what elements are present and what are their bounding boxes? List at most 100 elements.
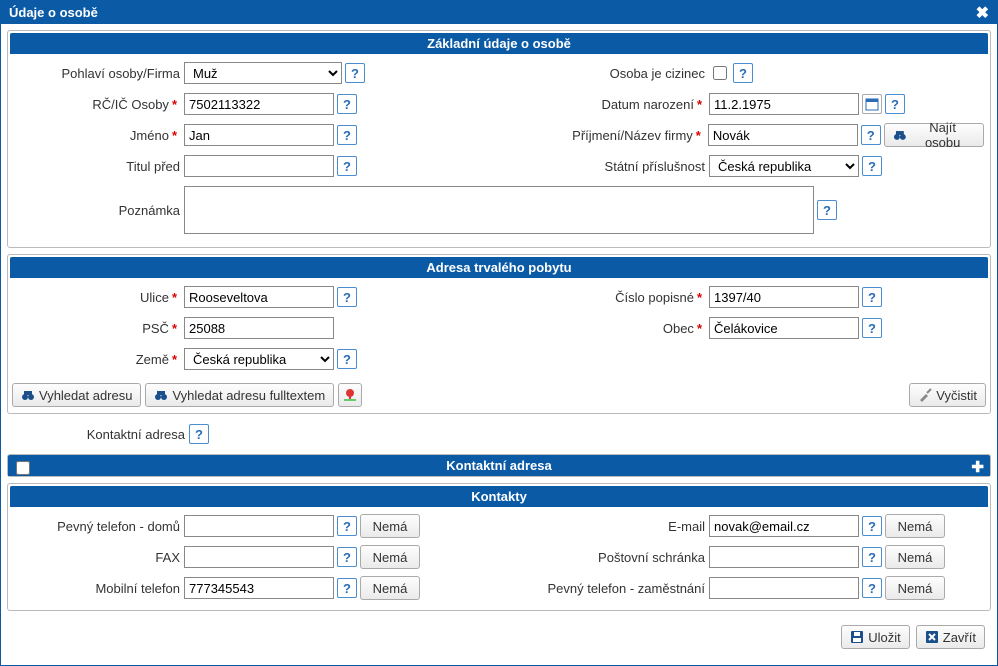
help-icon[interactable]: ? [337, 125, 357, 145]
required-icon: * [694, 290, 705, 305]
binoculars-icon [21, 388, 35, 402]
nema-button[interactable]: Nemá [885, 514, 945, 538]
email-label: E-mail [509, 519, 709, 534]
email-input[interactable] [709, 515, 859, 537]
lastname-label: Příjmení/Název firmy [572, 128, 693, 143]
expand-icon[interactable]: ✚ [971, 458, 984, 476]
firstname-label: Jméno [130, 128, 169, 143]
nema-button[interactable]: Nemá [885, 576, 945, 600]
section-contacts-head: Kontakty [10, 486, 988, 507]
contact-address-label: Kontaktní adresa [9, 427, 189, 442]
help-icon[interactable]: ? [345, 63, 365, 83]
close-icon[interactable]: ✖ [976, 3, 989, 23]
pobox-label: Poštovní schránka [509, 550, 709, 565]
required-icon: * [169, 97, 180, 112]
help-icon[interactable]: ? [862, 578, 882, 598]
footer: Uložit Zavřít [7, 617, 991, 659]
pobox-input[interactable] [709, 546, 859, 568]
help-icon[interactable]: ? [817, 200, 837, 220]
section-basic-head: Základní údaje o osobě [10, 33, 988, 54]
zip-input[interactable] [184, 317, 334, 339]
broom-icon [918, 388, 932, 402]
houseno-input[interactable] [709, 286, 859, 308]
note-textarea[interactable] [184, 186, 814, 234]
houseno-label: Číslo popisné [615, 290, 694, 305]
phone-home-input[interactable] [184, 515, 334, 537]
help-icon[interactable]: ? [885, 94, 905, 114]
help-icon[interactable]: ? [862, 287, 882, 307]
save-icon [850, 630, 864, 644]
rc-input[interactable] [184, 93, 334, 115]
help-icon[interactable]: ? [861, 125, 881, 145]
foreigner-checkbox[interactable] [713, 66, 727, 80]
nema-button[interactable]: Nemá [360, 514, 420, 538]
nema-button[interactable]: Nemá [360, 545, 420, 569]
nema-button[interactable]: Nemá [885, 545, 945, 569]
help-icon[interactable]: ? [337, 578, 357, 598]
help-icon[interactable]: ? [862, 547, 882, 567]
city-label: Obec [663, 321, 694, 336]
section-contact-address-head[interactable]: Kontaktní adresa ✚ [8, 455, 990, 476]
title-input[interactable] [184, 155, 334, 177]
zip-label: PSČ [142, 321, 169, 336]
mobile-label: Mobilní telefon [14, 581, 184, 596]
help-icon[interactable]: ? [337, 547, 357, 567]
section-address-head: Adresa trvalého pobytu [10, 257, 988, 278]
close-button[interactable]: Zavřít [916, 625, 985, 649]
help-icon[interactable]: ? [337, 516, 357, 536]
street-input[interactable] [184, 286, 334, 308]
fax-input[interactable] [184, 546, 334, 568]
city-input[interactable] [709, 317, 859, 339]
dialog-titlebar: Údaje o osobě ✖ [1, 1, 997, 24]
dialog-title: Údaje o osobě [9, 5, 98, 20]
help-icon[interactable]: ? [337, 94, 357, 114]
phone-work-input[interactable] [709, 577, 859, 599]
required-icon: * [693, 128, 704, 143]
rc-label: RČ/IČ Osoby [92, 97, 169, 112]
mobile-input[interactable] [184, 577, 334, 599]
help-icon[interactable]: ? [189, 424, 209, 444]
help-icon[interactable]: ? [862, 156, 882, 176]
find-address-button[interactable]: Vyhledat adresu [12, 383, 141, 407]
help-icon[interactable]: ? [337, 287, 357, 307]
phone-work-label: Pevný telefon - zaměstnání [509, 581, 709, 596]
dialog-body: Základní údaje o osobě Pohlaví osoby/Fir… [1, 24, 997, 665]
firstname-input[interactable] [184, 124, 334, 146]
required-icon: * [169, 352, 180, 367]
binoculars-icon [893, 128, 907, 142]
section-contacts: Kontakty Pevný telefon - domů ? Nemá FAX [7, 483, 991, 611]
title-label: Titul před [14, 159, 184, 174]
map-pin-button[interactable] [338, 383, 362, 407]
calendar-icon[interactable] [862, 94, 882, 114]
help-icon[interactable]: ? [337, 349, 357, 369]
help-icon[interactable]: ? [337, 156, 357, 176]
close-icon [925, 630, 939, 644]
binoculars-icon [154, 388, 168, 402]
country-label: Země [136, 352, 169, 367]
save-button[interactable]: Uložit [841, 625, 910, 649]
required-icon: * [169, 321, 180, 336]
find-address-fulltext-button[interactable]: Vyhledat adresu fulltextem [145, 383, 334, 407]
foreigner-label: Osoba je cizinec [509, 66, 709, 81]
help-icon[interactable]: ? [733, 63, 753, 83]
required-icon: * [169, 290, 180, 305]
gender-select[interactable]: Muž [184, 62, 342, 84]
section-address: Adresa trvalého pobytu Ulice* ? PSČ* [7, 254, 991, 414]
required-icon: * [169, 128, 180, 143]
lastname-input[interactable] [708, 124, 858, 146]
nationality-select[interactable]: Česká republika [709, 155, 859, 177]
clear-button[interactable]: Vyčistit [909, 383, 986, 407]
dob-input[interactable] [709, 93, 859, 115]
help-icon[interactable]: ? [862, 318, 882, 338]
map-pin-icon [343, 388, 357, 402]
nema-button[interactable]: Nemá [360, 576, 420, 600]
find-person-button[interactable]: Najít osobu [884, 123, 984, 147]
dob-label: Datum narození [601, 97, 694, 112]
help-icon[interactable]: ? [862, 516, 882, 536]
section-basic: Základní údaje o osobě Pohlaví osoby/Fir… [7, 30, 991, 248]
section-contact-address: Kontaktní adresa ✚ [7, 454, 991, 477]
contact-address-checkbox[interactable] [16, 461, 30, 475]
street-label: Ulice [140, 290, 169, 305]
country-select[interactable]: Česká republika [184, 348, 334, 370]
fax-label: FAX [14, 550, 184, 565]
